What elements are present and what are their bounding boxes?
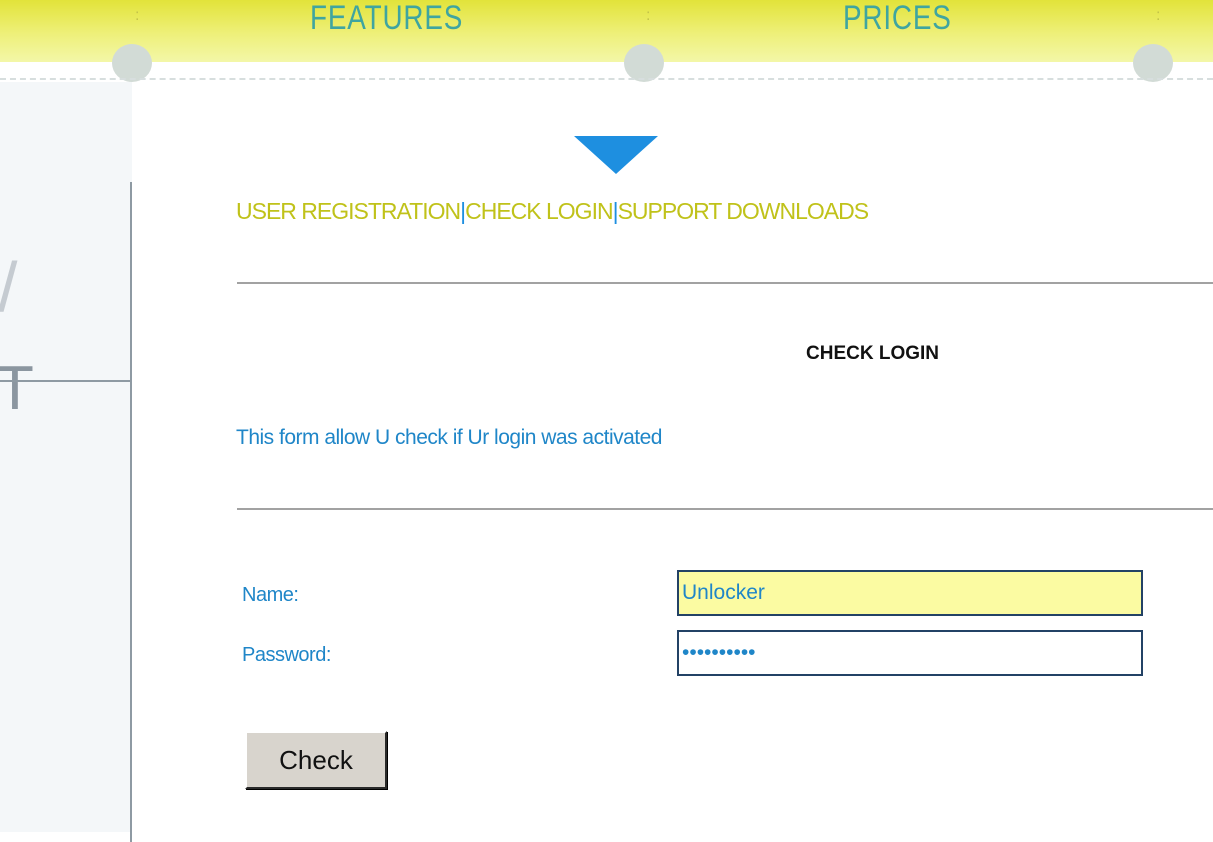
horizontal-rule [237,282,1213,284]
nav-bubble-decoration [112,44,152,82]
nav-link-prices[interactable]: PRICES [843,0,952,38]
nav-link-features[interactable]: FEATURES [310,0,463,38]
horizontal-rule [237,508,1213,510]
dashed-divider [0,78,1213,80]
check-button[interactable]: Check [245,731,387,789]
form-title: CHECK LOGIN [806,343,939,364]
top-navigation-bar: : FEATURES : PRICES : [0,0,1213,82]
nav-separator-dots: : [646,7,651,24]
subnav-link-support-downloads[interactable]: SUPPORT DOWNLOADS [618,198,870,224]
subnav-link-check-login[interactable]: CHECK LOGIN [465,198,613,224]
down-arrow-icon [574,136,658,174]
left-panel-divider [0,380,130,382]
left-panel: / T [0,82,132,842]
name-input[interactable] [677,570,1143,616]
left-panel-logo-fragment: T [0,354,34,423]
nav-separator-dots: : [135,7,140,24]
name-label: Name: [242,584,299,606]
subnav-link-user-registration[interactable]: USER REGISTRATION [236,198,461,224]
nav-bubble-decoration [1133,44,1173,82]
subnav-links: USER REGISTRATION|CHECK LOGIN|SUPPORT DO… [236,198,870,225]
nav-bubble-decoration [624,44,664,82]
nav-separator-dots: : [1156,7,1161,24]
password-input[interactable] [677,630,1143,676]
left-panel-logo-fragment: / [0,252,17,322]
left-panel-border [130,182,132,842]
password-label: Password: [242,644,331,666]
form-description: This form allow U check if Ur login was … [236,426,663,449]
